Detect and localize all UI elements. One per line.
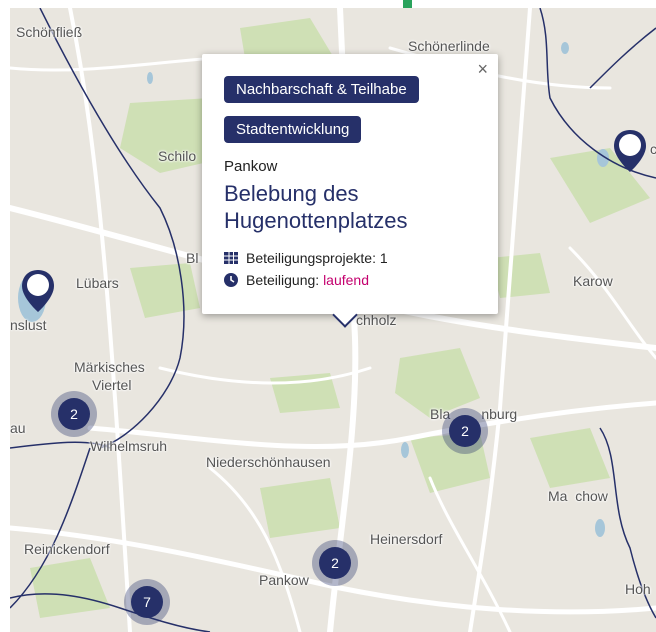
tag-stadtentwicklung[interactable]: Stadtentwicklung (224, 116, 362, 143)
popup-title[interactable]: Belebung des Hugenottenplatzes (224, 180, 484, 234)
place-label-schildow: Schilo (158, 148, 197, 164)
projects-count-label: Beteiligungsprojekte: 1 (246, 250, 388, 266)
place-label-au: au (10, 420, 26, 436)
place-label-buchholz: chholz (356, 312, 397, 328)
place-label-schoenfliess: Schönfließ (16, 24, 83, 40)
cluster-count: 2 (319, 547, 351, 579)
popup-district: Pankow (224, 158, 278, 175)
place-label-bl: Bl (186, 250, 199, 266)
place-label-maerkisches: Märkisches (74, 359, 145, 375)
cluster-count: 7 (131, 586, 163, 618)
place-label-niederschoenhausen: Niederschönhausen (206, 454, 331, 470)
table-grid-icon (224, 252, 238, 264)
place-label-hoh: Hoh (625, 581, 651, 597)
clock-icon (224, 273, 238, 287)
place-label-schoenerlinde: Schönerlinde (408, 38, 490, 54)
top-accent-mark (403, 0, 412, 8)
place-label-karow: Karow (573, 273, 613, 289)
cluster-count: 2 (58, 398, 90, 430)
place-label-reinickendorf: Reinickendorf (24, 541, 110, 557)
place-label-wilhelmsruh: Wilhelmsruh (90, 438, 168, 454)
tag-nachbarschaft[interactable]: Nachbarschaft & Teilhabe (224, 76, 419, 103)
close-button[interactable]: × (477, 60, 488, 78)
cluster-marker[interactable]: 2 (442, 408, 488, 454)
cluster-marker[interactable]: 2 (51, 391, 97, 437)
place-label-edge-c: c (650, 141, 656, 157)
location-pin-icon[interactable] (612, 128, 648, 174)
place-label-pankow: Pankow (259, 572, 309, 588)
project-popup: × Nachbarschaft & Teilhabe Stadtentwickl… (202, 54, 498, 328)
place-label-heinersdorf: Heinersdorf (370, 531, 443, 547)
location-pin-icon[interactable] (20, 268, 56, 314)
participation-label: Beteiligung: (246, 272, 320, 288)
participation-status: laufend (323, 272, 369, 288)
place-label-nslust: nslust (10, 317, 47, 333)
cluster-marker[interactable]: 2 (312, 540, 358, 586)
place-label-malchow: Ma chow (548, 488, 608, 504)
cluster-count: 2 (449, 415, 481, 447)
cluster-marker[interactable]: 7 (124, 579, 170, 625)
place-label-viertel: Viertel (92, 377, 132, 393)
participation-info: Beteiligung: laufend (224, 272, 369, 288)
place-label-luebars: Lübars (76, 275, 119, 291)
projects-info: Beteiligungsprojekte: 1 (224, 250, 388, 266)
